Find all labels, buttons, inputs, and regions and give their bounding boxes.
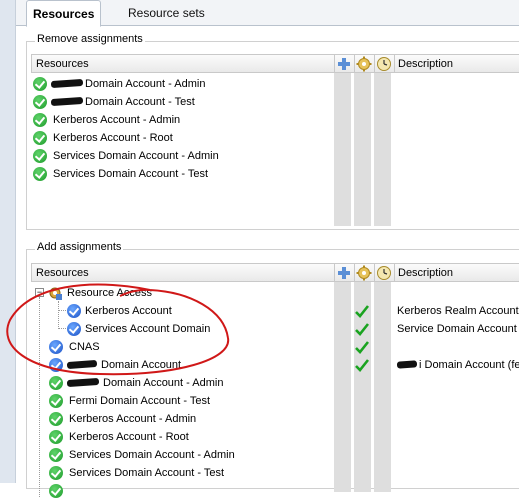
tab-resource-sets[interactable]: Resource sets	[122, 0, 211, 26]
remove-assignments-title: Remove assignments	[35, 33, 145, 45]
list-item-label: Kerberos Account - Admin	[53, 114, 181, 126]
redaction-mark	[397, 360, 418, 369]
column-separator	[334, 264, 335, 282]
assigned-checkmark-icon[interactable]	[354, 339, 370, 355]
column-separator	[334, 55, 335, 73]
list-item-label: Kerberos Account - Root	[69, 431, 189, 443]
list-item-label: Services Domain Account - Test	[53, 168, 209, 180]
list-item[interactable]: Domain Account - Test	[33, 93, 323, 111]
left-panel-edge	[0, 0, 16, 483]
list-item[interactable]: Services Domain Account - Admin	[33, 147, 323, 165]
green-check-icon	[49, 430, 63, 444]
list-item-label: Kerberos Account - Root	[53, 132, 173, 144]
column-separator	[354, 264, 355, 282]
list-item[interactable]: Kerberos Account - Admin	[49, 410, 319, 428]
assigned-checkmark-icon[interactable]	[354, 303, 370, 319]
tab-bar: Resources Resource sets	[16, 0, 519, 27]
column-plus	[334, 282, 351, 492]
green-check-icon	[49, 484, 63, 498]
list-item-label: Fermi Domain Account - Test	[69, 395, 211, 407]
description-cell: Kerberos Realm Account	[397, 302, 519, 320]
description-cell: i Domain Account (fe	[397, 356, 519, 374]
column-separator	[394, 55, 395, 73]
column-clock	[374, 73, 391, 226]
description-text: i Domain Account (fe	[419, 359, 519, 371]
column-gear	[354, 73, 371, 226]
gear-icon[interactable]	[356, 265, 372, 281]
list-item-label: Kerberos Account - Admin	[69, 413, 197, 425]
description-text: Kerberos Realm Account	[397, 305, 519, 317]
column-header-description[interactable]: Description	[398, 264, 453, 282]
assigned-checkmark-icon[interactable]	[354, 321, 370, 337]
tab-resources[interactable]: Resources	[26, 0, 102, 27]
green-check-icon	[33, 167, 47, 181]
description-text: Service Domain Account (	[397, 323, 519, 335]
list-item[interactable]	[49, 482, 319, 500]
green-check-icon	[33, 95, 47, 109]
redaction-mark	[50, 96, 84, 107]
column-plus	[334, 73, 351, 226]
clock-icon[interactable]	[376, 56, 392, 72]
clock-icon[interactable]	[376, 265, 392, 281]
remove-assignments-group: Remove assignments Resources Description…	[26, 33, 519, 230]
green-check-icon	[33, 149, 47, 163]
list-item[interactable]: Services Domain Account - Test	[33, 165, 323, 183]
list-item-label: Domain Account - Test	[85, 96, 195, 108]
list-item[interactable]: Kerberos Account - Root	[33, 129, 323, 147]
list-item[interactable]: Kerberos Account - Root	[49, 428, 319, 446]
plus-icon[interactable]	[336, 265, 352, 281]
list-item[interactable]: Fermi Domain Account - Test	[49, 392, 319, 410]
green-check-icon	[49, 394, 63, 408]
green-check-icon	[33, 131, 47, 145]
list-item[interactable]: Kerberos Account - Admin	[33, 111, 323, 129]
column-header-resources[interactable]: Resources	[36, 55, 89, 73]
gear-icon[interactable]	[356, 56, 372, 72]
list-item[interactable]: Services Domain Account - Admin	[49, 446, 319, 464]
column-separator	[374, 55, 375, 73]
list-item-label: Services Domain Account - Admin	[69, 449, 235, 461]
remove-assignments-grid: Resources Description Domain Account - A…	[31, 54, 519, 227]
list-item-label: Services Domain Account - Admin	[53, 150, 219, 162]
column-clock	[374, 282, 391, 492]
green-check-icon	[49, 466, 63, 480]
list-item[interactable]: Services Domain Account - Test	[49, 464, 319, 482]
add-assignments-title: Add assignments	[35, 241, 124, 253]
list-item-label: Services Domain Account - Test	[69, 467, 225, 479]
plus-icon[interactable]	[336, 56, 352, 72]
column-separator	[374, 264, 375, 282]
remove-grid-header: Resources Description	[31, 54, 519, 73]
green-check-icon	[49, 412, 63, 426]
green-check-icon	[49, 448, 63, 462]
column-separator	[394, 264, 395, 282]
assigned-checkmark-icon[interactable]	[354, 357, 370, 373]
description-cell: Service Domain Account (	[397, 320, 519, 338]
annotation-circle	[6, 283, 230, 376]
column-header-description[interactable]: Description	[398, 55, 453, 73]
green-check-icon	[33, 77, 47, 91]
redaction-mark	[50, 78, 84, 89]
green-check-icon	[33, 113, 47, 127]
column-separator	[354, 55, 355, 73]
list-item[interactable]: Domain Account - Admin	[33, 75, 323, 93]
list-item-label: Domain Account - Admin	[85, 78, 206, 90]
